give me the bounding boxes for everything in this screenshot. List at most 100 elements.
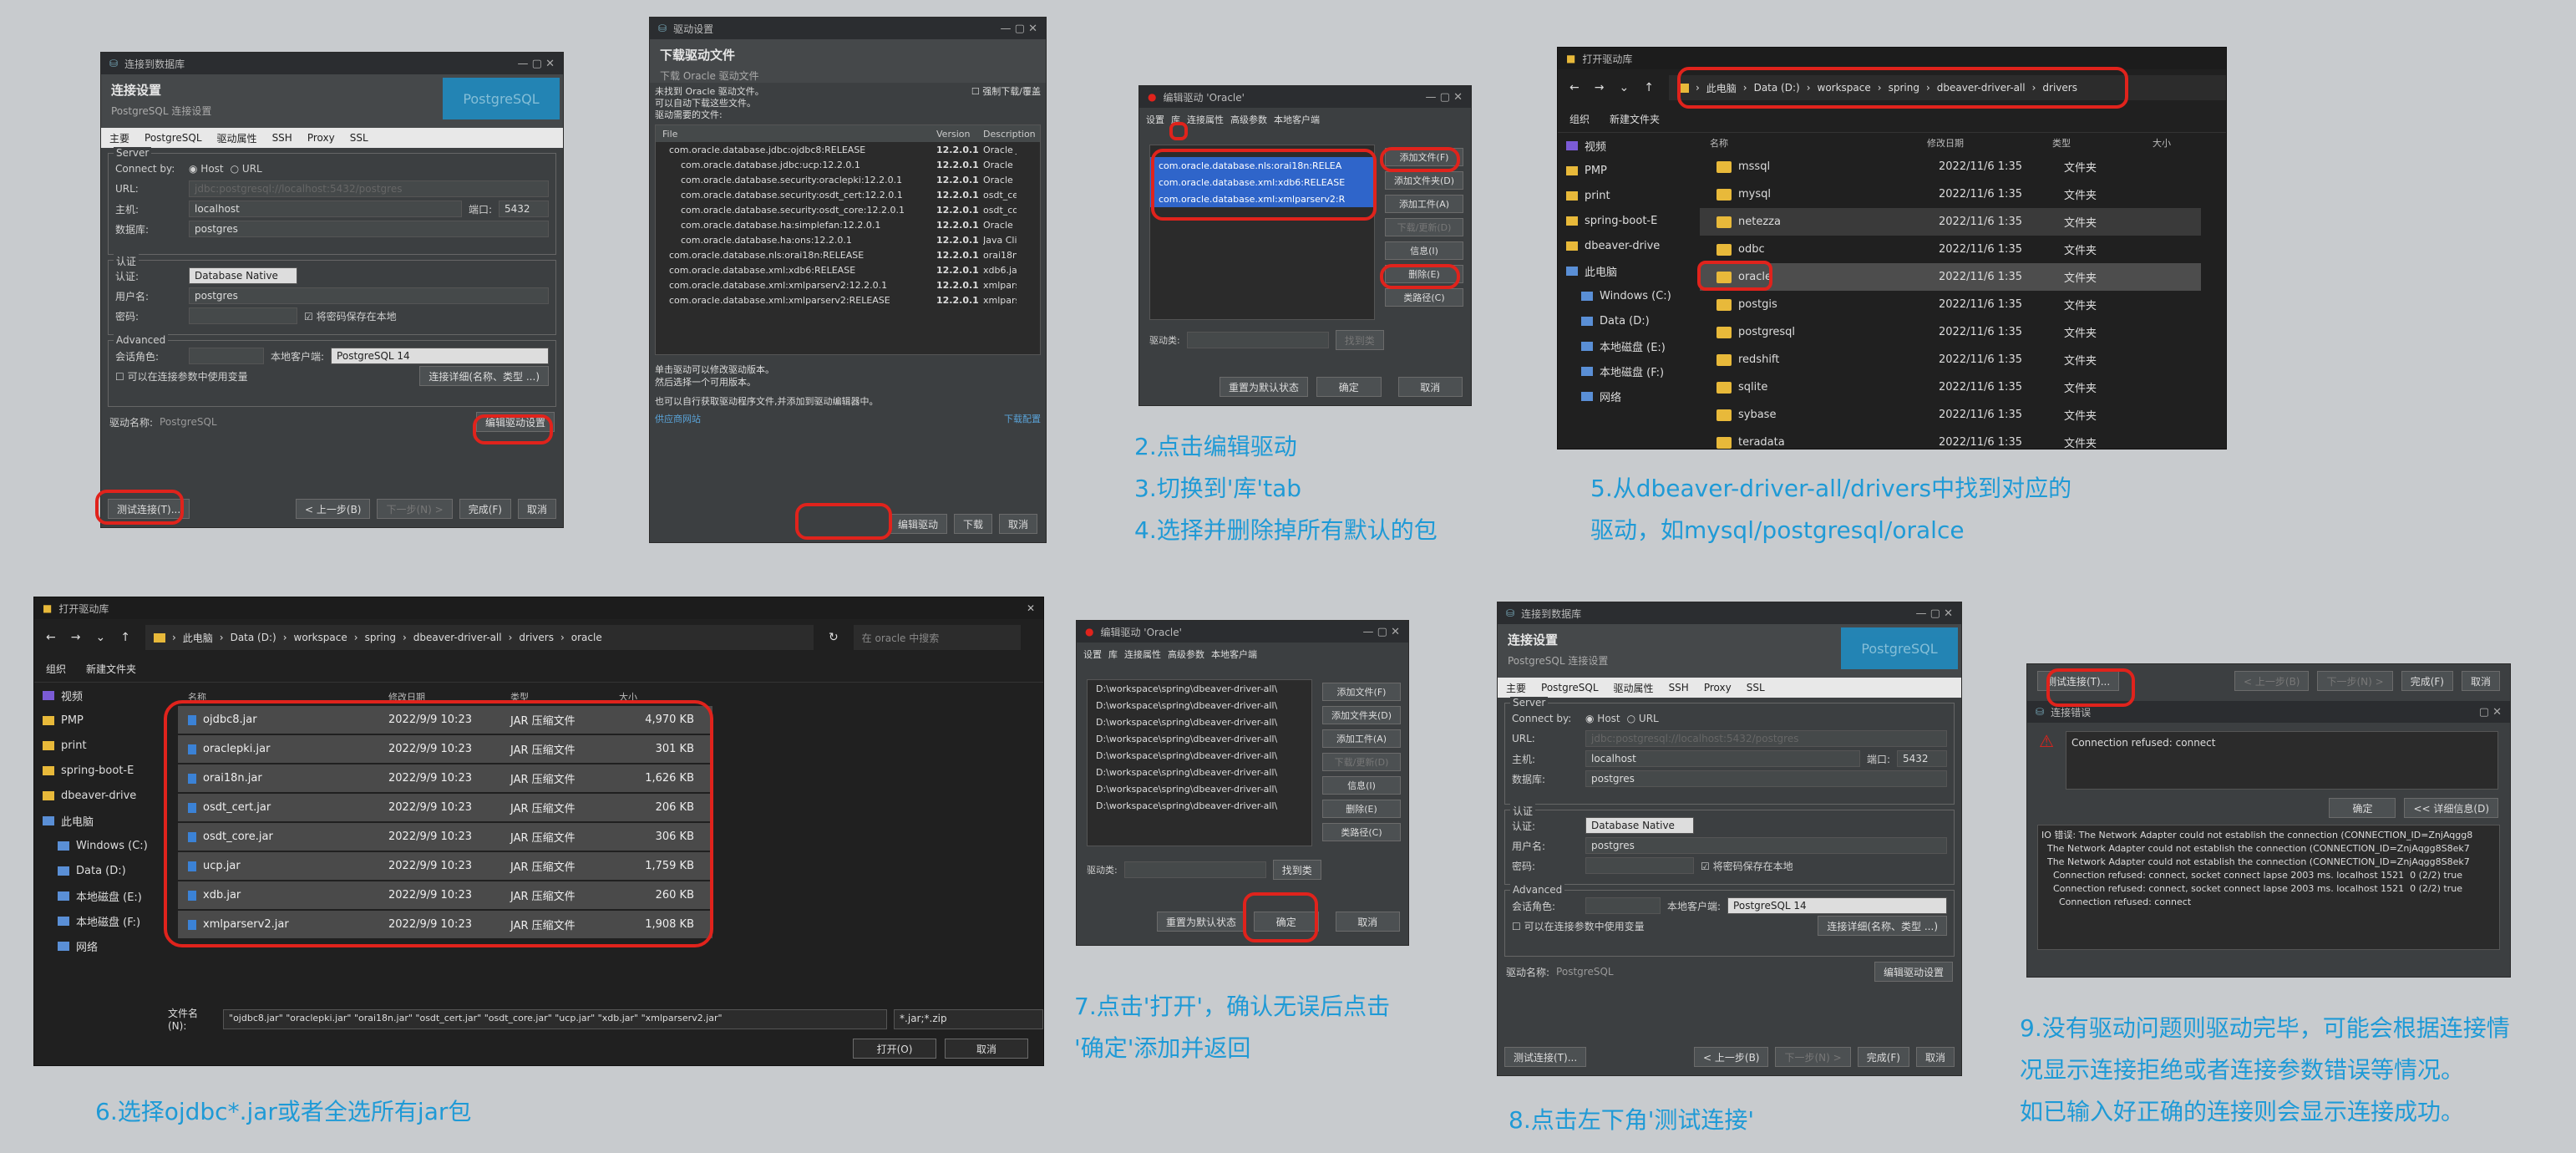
back-button[interactable]: < 上一步(B) [2234, 671, 2310, 691]
tab-ssh[interactable]: SSH [1669, 682, 1689, 693]
host-radio[interactable]: ◉ Host [1585, 713, 1620, 724]
next-button[interactable]: 下一步(N) > [1775, 1047, 1851, 1067]
sidebar-item[interactable]: PMP [1558, 158, 1681, 183]
add-folder-button[interactable]: 添加文件夹(D) [1385, 171, 1463, 190]
info-button[interactable]: 信息(I) [1322, 776, 1401, 795]
classpath-button[interactable]: 类路径(C) [1385, 288, 1463, 307]
tab-local-client[interactable]: 本地客户端 [1274, 113, 1320, 126]
sidebar-item[interactable]: 网络 [34, 933, 158, 958]
use-variables-checkbox[interactable]: ☐ 可以在连接参数中使用变量 [115, 369, 248, 383]
breadcrumb-item[interactable]: 此电脑 [183, 631, 213, 645]
force-download-checkbox[interactable]: ☐ 强制下载/覆盖 [971, 86, 1041, 98]
edit-driver-button[interactable]: 编辑驱动 [888, 514, 947, 534]
sidebar-item[interactable]: Data (D:) [1558, 308, 1681, 333]
save-password-checkbox[interactable]: ☑ 将密码保存在本地 [304, 309, 397, 323]
host-field[interactable]: localhost [1585, 750, 1860, 767]
sidebar-item[interactable]: 本地磁盘 (E:) [1558, 333, 1681, 358]
organize-menu[interactable]: 组织 [46, 662, 66, 676]
folder-row[interactable]: redshift 2022/11/6 1:35 文件夹 [1700, 346, 2201, 373]
tab-proxy[interactable]: Proxy [1704, 682, 1732, 693]
refresh-icon[interactable]: ↻ [829, 631, 839, 644]
sidebar-item[interactable]: 本地磁盘 (F:) [1558, 358, 1681, 383]
sidebar-item[interactable]: dbeaver-drive [1558, 233, 1681, 258]
sidebar-item[interactable]: Windows (C:) [1558, 283, 1681, 308]
add-artifact-button[interactable]: 添加工件(A) [1385, 195, 1463, 213]
close-icon[interactable]: ✕ [1027, 602, 1035, 614]
breadcrumb-item[interactable]: spring [365, 632, 396, 643]
sidebar-item[interactable]: print [1558, 183, 1681, 208]
tab-conn-props[interactable]: 连接属性 [1187, 113, 1224, 126]
sidebar-item[interactable]: PMP [34, 708, 158, 733]
window-controls[interactable]: — ▢ ✕ [1426, 91, 1463, 104]
table-row[interactable]: com.oracle.database.security:oraclepki:1… [656, 172, 1040, 187]
library-item[interactable]: D:\workspace\spring\dbeaver-driver-all\ [1088, 764, 1311, 780]
next-button[interactable]: 下一步(N) > [2317, 671, 2393, 691]
library-item[interactable]: D:\workspace\spring\dbeaver-driver-all\ [1088, 797, 1311, 814]
tab-settings[interactable]: 设置 [1083, 648, 1102, 661]
breadcrumb-item[interactable]: Data (D:) [231, 632, 276, 643]
finish-button[interactable]: 完成(F) [1857, 1047, 1909, 1067]
tab-ssl[interactable]: SSL [350, 132, 368, 144]
client-select[interactable]: PostgreSQL 14 [331, 348, 549, 364]
cancel-button[interactable]: 取消 [1335, 912, 1400, 932]
tab-main[interactable]: 主要 [1506, 681, 1526, 695]
sidebar-item[interactable]: print [34, 733, 158, 758]
breadcrumb-item[interactable]: oracle [571, 632, 602, 643]
filter-select[interactable]: *.jar;*.zip [894, 1008, 1043, 1029]
url-radio[interactable]: ○ URL [231, 163, 262, 175]
url-radio[interactable]: ○ URL [1627, 713, 1659, 724]
sidebar-item[interactable]: dbeaver-drive [34, 783, 158, 808]
finish-button[interactable]: 完成(F) [2401, 671, 2453, 691]
port-field[interactable]: 5432 [499, 201, 549, 217]
new-folder-button[interactable]: 新建文件夹 [1610, 112, 1660, 126]
tab-conn-props[interactable]: 连接属性 [1124, 648, 1161, 661]
use-variables-checkbox[interactable]: ☐ 可以在连接参数中使用变量 [1512, 919, 1645, 933]
back-icon[interactable]: ← [1569, 81, 1580, 94]
cancel-button[interactable]: 取消 [945, 1039, 1028, 1059]
sidebar-item[interactable]: 网络 [1558, 383, 1681, 409]
reset-default-button[interactable]: 重置为默认状态 [1220, 377, 1309, 397]
password-field[interactable] [189, 307, 297, 324]
tab-ssl[interactable]: SSL [1747, 682, 1765, 693]
cancel-button[interactable]: 取消 [998, 514, 1037, 534]
window-controls[interactable]: — ▢ ✕ [1001, 23, 1037, 35]
sidebar-item[interactable]: spring-boot-E [1558, 208, 1681, 233]
user-field[interactable]: postgres [189, 287, 549, 304]
client-select[interactable]: PostgreSQL 14 [1727, 897, 1947, 914]
sidebar-item[interactable]: Data (D:) [34, 858, 158, 883]
sidebar-item[interactable]: 此电脑 [1558, 258, 1681, 283]
library-item[interactable]: D:\workspace\spring\dbeaver-driver-all\ [1088, 780, 1311, 797]
port-field[interactable]: 5432 [1897, 750, 1947, 767]
window-controls[interactable]: — ▢ ✕ [1363, 626, 1400, 638]
breadcrumb-item[interactable]: workspace [294, 632, 347, 643]
back-button[interactable]: < 上一步(B) [296, 499, 371, 519]
breadcrumb-item[interactable]: drivers [519, 632, 554, 643]
tab-postgresql[interactable]: PostgreSQL [145, 132, 202, 144]
url-field[interactable]: jdbc:postgresql://localhost:5432/postgre… [189, 180, 549, 197]
window-controls[interactable]: — ▢ ✕ [518, 58, 555, 70]
tab-driver-props[interactable]: 驱动属性 [217, 131, 257, 145]
organize-menu[interactable]: 组织 [1569, 112, 1590, 126]
folder-row[interactable]: odbc 2022/11/6 1:35 文件夹 [1700, 236, 2201, 263]
sidebar-item[interactable]: Windows (C:) [34, 833, 158, 858]
add-file-button[interactable]: 添加文件(F) [1322, 683, 1401, 701]
edit-driver-settings-button[interactable]: 编辑驱动设置 [1874, 962, 1953, 982]
window-controls[interactable]: ▢ ✕ [2479, 706, 2502, 719]
folder-row[interactable]: mysql 2022/11/6 1:35 文件夹 [1700, 180, 2201, 208]
library-item[interactable]: D:\workspace\spring\dbeaver-driver-all\ [1088, 747, 1311, 764]
sidebar-item[interactable]: 本地磁盘 (F:) [34, 908, 158, 933]
host-field[interactable]: localhost [189, 201, 462, 217]
find-class-button[interactable]: 找到类 [1272, 860, 1321, 880]
chevron-down-icon[interactable]: ⌄ [1619, 81, 1629, 94]
back-icon[interactable]: ← [46, 631, 56, 644]
reset-default-button[interactable]: 重置为默认状态 [1157, 912, 1246, 932]
cancel-button[interactable]: 取消 [1915, 1047, 1955, 1067]
tab-proxy[interactable]: Proxy [307, 132, 335, 144]
save-password-checkbox[interactable]: ☑ 将密码保存在本地 [1701, 859, 1793, 873]
forward-icon[interactable]: → [1595, 81, 1605, 94]
breadcrumb[interactable]: › 此电脑 › Data (D:) › workspace › spring › dbeaver-… [145, 625, 814, 650]
sidebar-item[interactable]: 本地磁盘 (E:) [34, 883, 158, 908]
folder-row[interactable]: postgis 2022/11/6 1:35 文件夹 [1700, 291, 2201, 318]
table-row[interactable]: com.oracle.database.jdbc:ojdbc8:RELEASE 1… [656, 142, 1040, 157]
download-config-link[interactable]: 下载配置 [1004, 413, 1041, 425]
